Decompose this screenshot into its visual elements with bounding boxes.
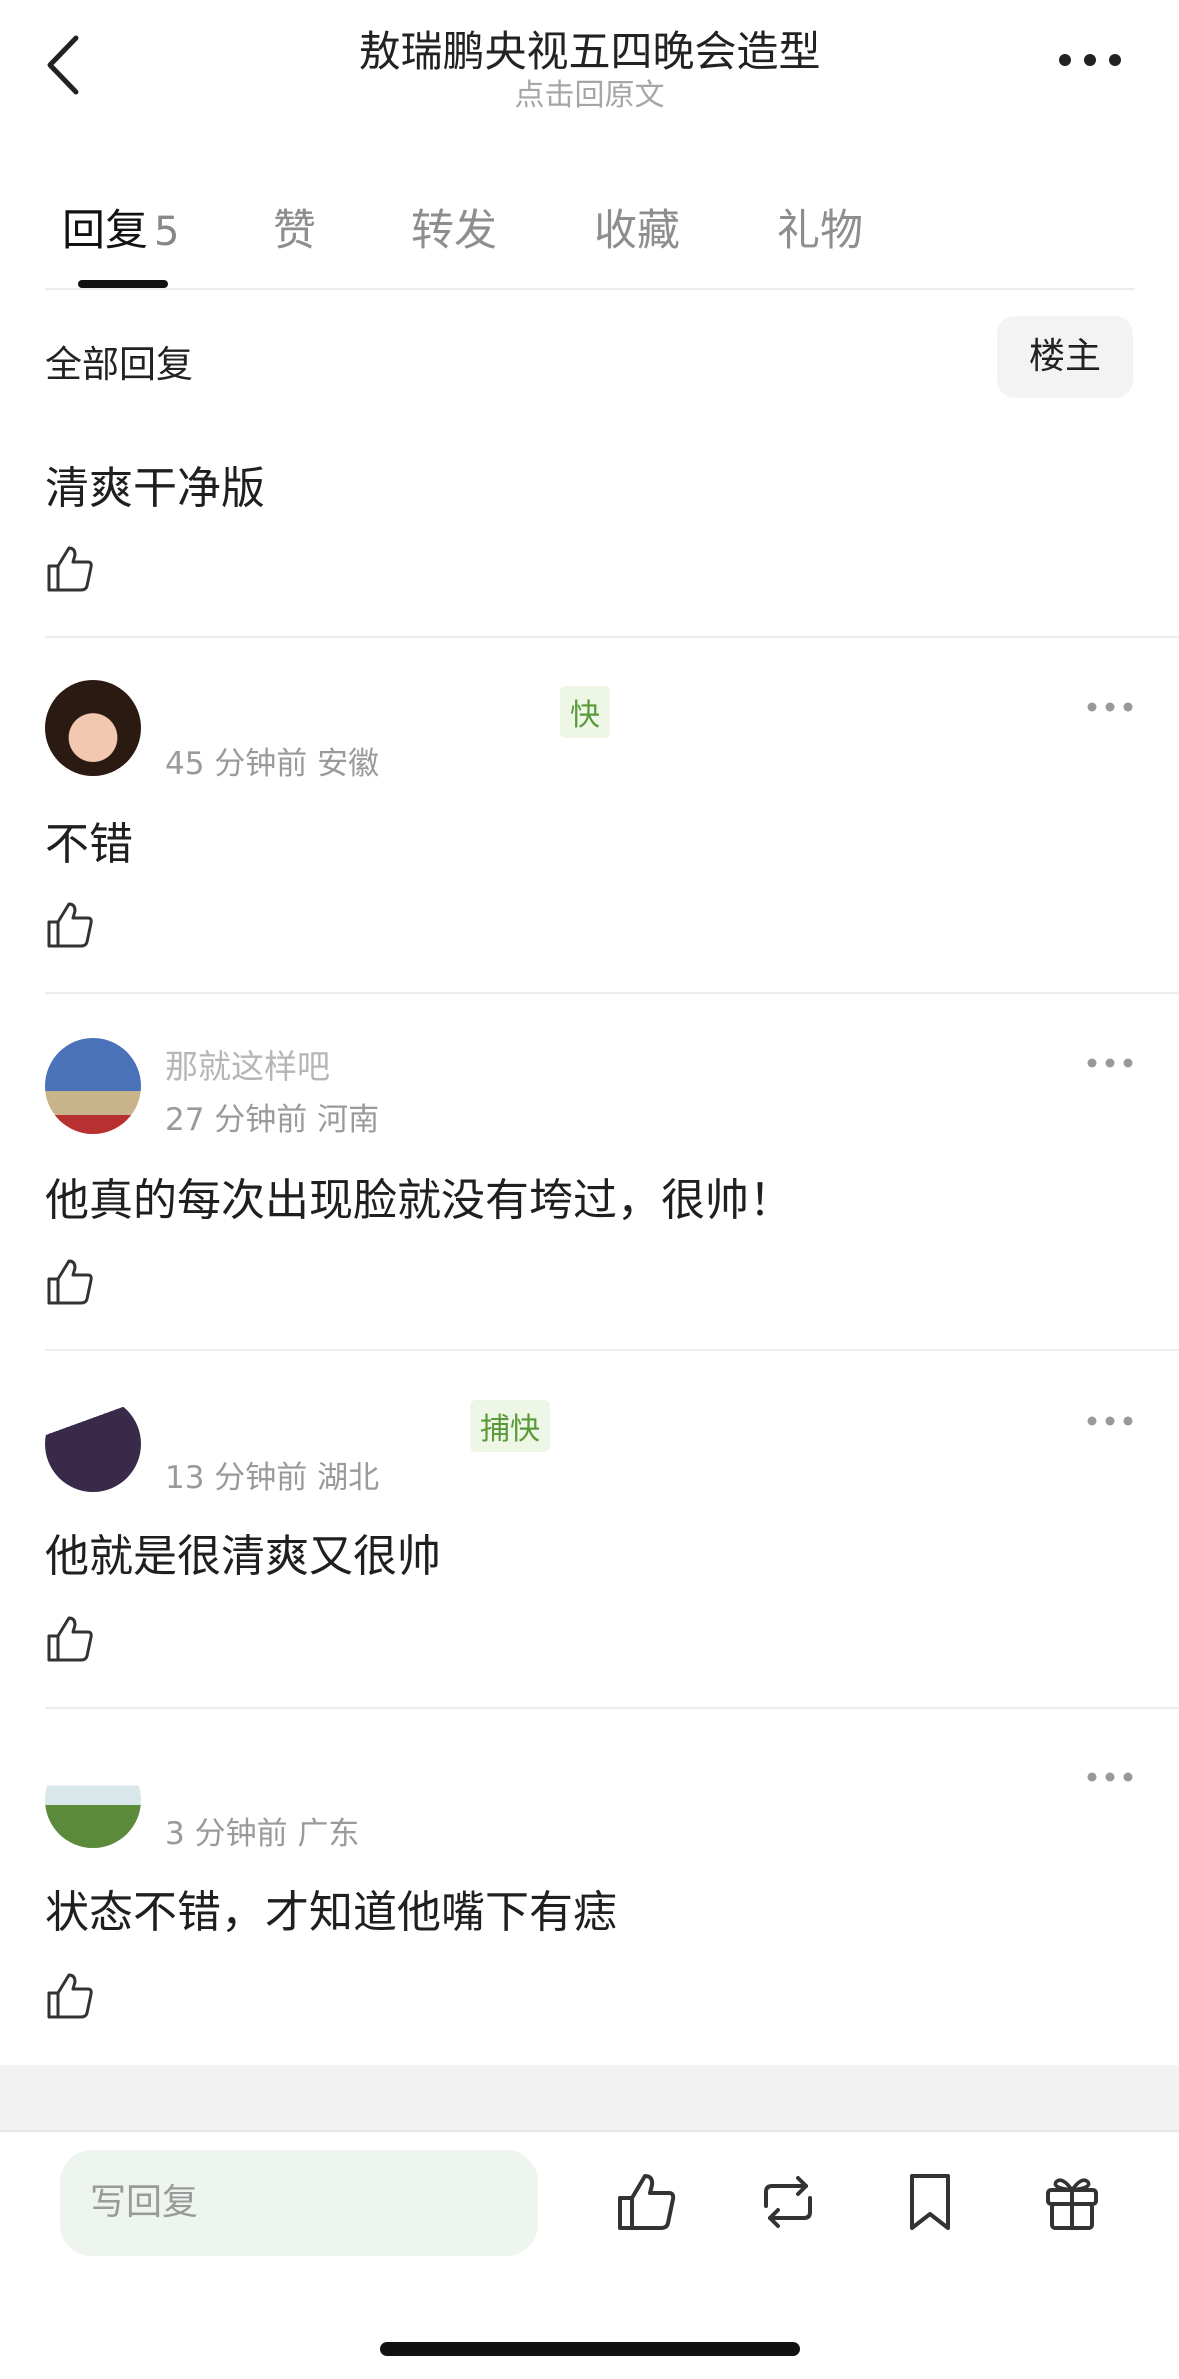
comment-location: 河南	[317, 1102, 380, 1138]
comment-divider	[45, 992, 1179, 994]
tab-replies[interactable]: 回复 5	[62, 196, 179, 258]
home-indicator	[380, 2342, 800, 2356]
comment-time: 45 分钟前 安徽	[165, 738, 379, 783]
comment-divider	[45, 1349, 1179, 1351]
comment-username[interactable]: 那就这样吧	[165, 1040, 330, 1088]
avatar[interactable]	[45, 1038, 141, 1134]
user-badge: 快	[560, 686, 610, 738]
thumb-up-icon[interactable]	[45, 1614, 95, 1664]
tab-likes[interactable]: 赞	[273, 196, 316, 258]
repost-icon[interactable]	[756, 2170, 820, 2234]
bookmark-icon[interactable]	[898, 2170, 962, 2234]
comment-more-icon[interactable]	[1086, 1056, 1134, 1070]
all-replies-label: 全部回复	[45, 343, 193, 386]
thumb-up-icon[interactable]	[45, 1257, 95, 1307]
thumb-up-icon[interactable]	[614, 2170, 678, 2234]
thumb-up-icon[interactable]	[45, 544, 95, 594]
comment-location: 湖北	[317, 1460, 380, 1496]
tab-divider	[45, 288, 1135, 290]
op-only-button[interactable]: 楼主	[997, 316, 1133, 398]
comment-text: 他就是很清爽又很帅	[45, 1531, 441, 1582]
comment-more-icon[interactable]	[1086, 700, 1134, 714]
tab-replies-label: 回复	[62, 206, 148, 256]
comment-timestamp: 27 分钟前	[165, 1102, 308, 1138]
avatar[interactable]	[45, 1752, 141, 1848]
comment-location: 安徽	[317, 746, 380, 782]
thumb-up-icon[interactable]	[45, 900, 95, 950]
comment-location: 广东	[297, 1816, 360, 1852]
comment-timestamp: 13 分钟前	[165, 1460, 308, 1496]
avatar[interactable]	[45, 1396, 141, 1492]
comment-divider	[45, 636, 1179, 638]
thumb-up-icon[interactable]	[45, 1971, 95, 2021]
tab-gifts[interactable]: 礼物	[777, 196, 863, 258]
top-reply-text: 清爽干净版	[45, 463, 265, 514]
user-badge: 捕快	[470, 1400, 550, 1452]
tab-reposts[interactable]: 转发	[411, 196, 497, 258]
comment-text: 他真的每次出现脸就没有垮过，很帅！	[45, 1175, 793, 1226]
comment-timestamp: 45 分钟前	[165, 746, 308, 782]
comment-meta: 13 分钟前 湖北	[165, 1452, 379, 1497]
comment-meta: 27 分钟前 河南	[165, 1094, 379, 1139]
avatar[interactable]	[45, 680, 141, 776]
comment-timestamp: 3 分钟前	[165, 1816, 288, 1852]
comment-divider	[45, 1707, 1179, 1709]
comment-more-icon[interactable]	[1086, 1770, 1134, 1784]
reply-input[interactable]: 写回复	[60, 2150, 538, 2256]
view-original-link[interactable]: 点击回原文	[0, 70, 1179, 114]
bottom-bar-divider	[0, 2130, 1179, 2132]
comment-text: 状态不错，才知道他嘴下有痣	[45, 1887, 617, 1938]
comment-text: 不错	[45, 819, 133, 870]
comment-more-icon[interactable]	[1086, 1414, 1134, 1428]
list-end-band	[0, 2065, 1179, 2130]
tab-favorites[interactable]: 收藏	[594, 196, 680, 258]
gift-icon[interactable]	[1040, 2170, 1104, 2234]
tab-replies-count: 5	[154, 209, 180, 255]
comment-meta: 3 分钟前 广东	[165, 1808, 359, 1853]
active-tab-indicator	[78, 280, 168, 288]
more-options-icon[interactable]	[1055, 45, 1125, 75]
